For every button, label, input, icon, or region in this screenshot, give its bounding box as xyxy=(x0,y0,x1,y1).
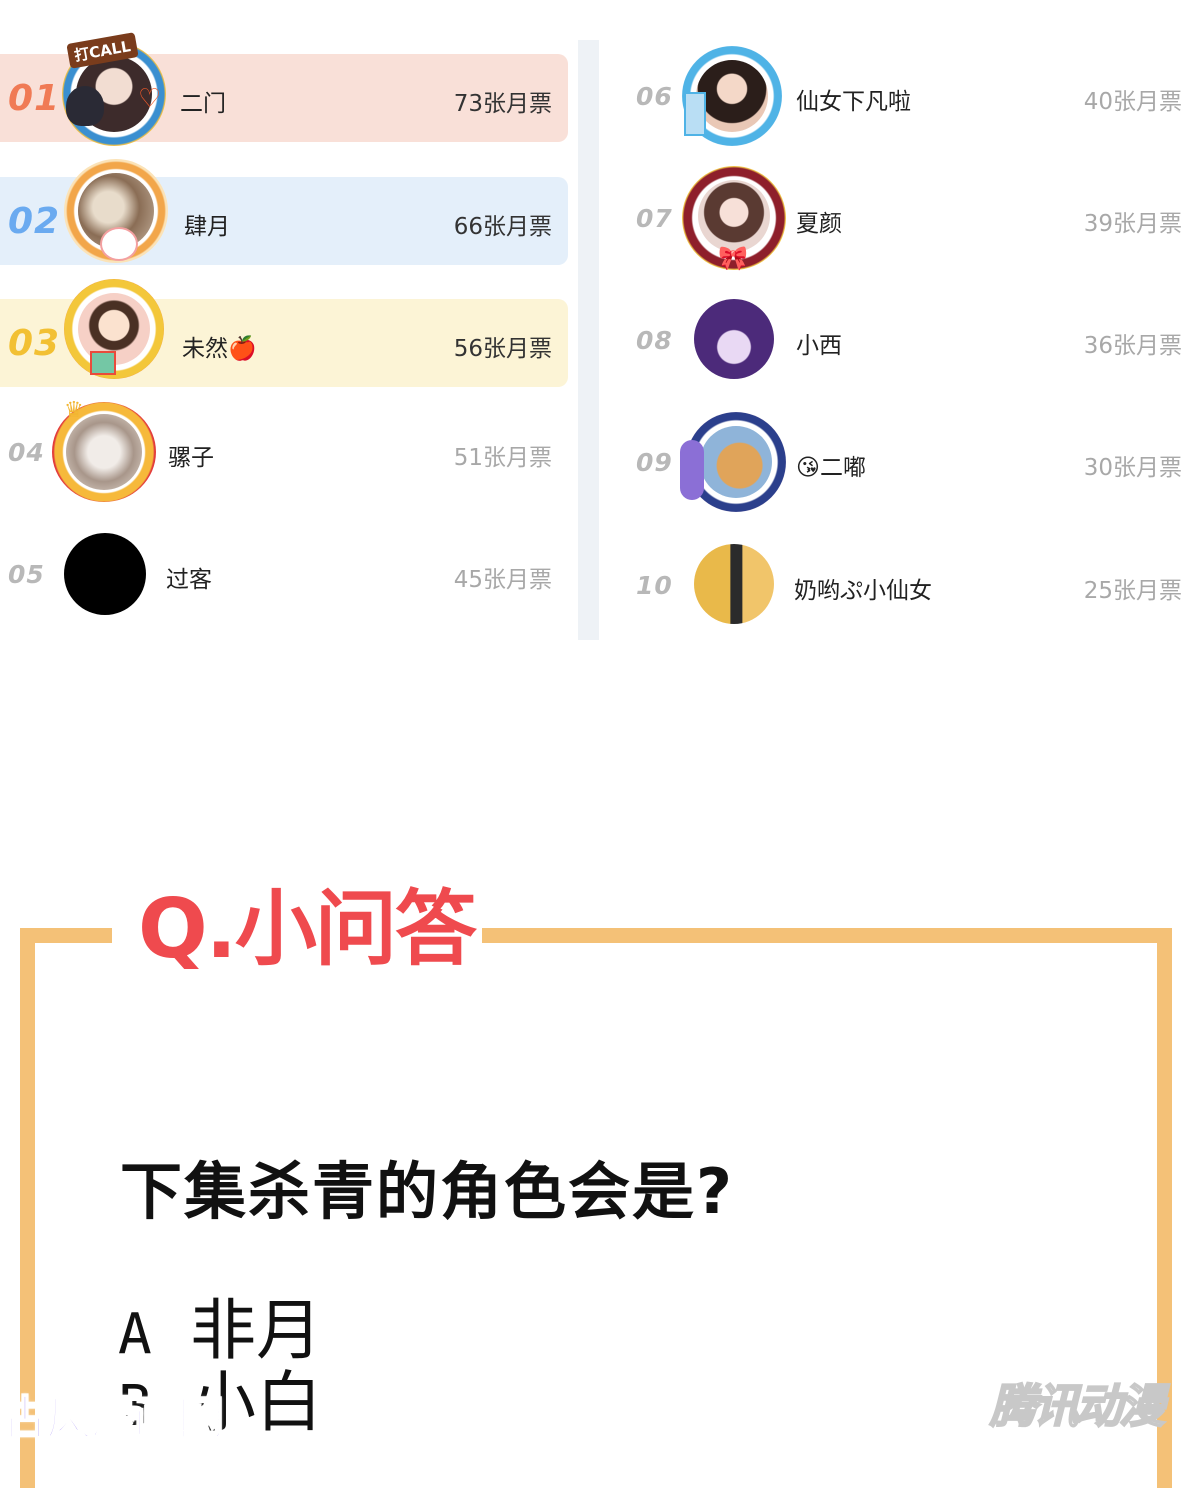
anime-girl-icon xyxy=(680,440,704,500)
column-divider xyxy=(578,40,599,640)
avatar[interactable] xyxy=(700,426,772,498)
username[interactable]: 仙女下凡啦 xyxy=(796,82,911,116)
rank-number: 10 xyxy=(636,571,673,600)
username[interactable]: 二门 xyxy=(180,84,226,118)
rank-number: 07 xyxy=(636,204,673,233)
rank-row-6[interactable]: 06 仙女下凡啦 40张月票 xyxy=(606,46,1200,146)
rank-row-9[interactable]: 09 😘二嘟 30张月票 xyxy=(606,412,1200,512)
cup-icon xyxy=(684,92,706,136)
rank-row-4[interactable]: 04 ♛ 骡子 51张月票 xyxy=(0,398,568,502)
rank-number: 04 xyxy=(8,438,45,467)
username[interactable]: 未然🍎 xyxy=(182,329,257,363)
vote-count: 51张月票 xyxy=(453,445,552,471)
rank-number: 09 xyxy=(636,448,673,477)
vote-count: 56张月票 xyxy=(453,336,552,362)
option-text: 非月 xyxy=(190,1292,322,1369)
bow-icon: 🎀 xyxy=(718,244,748,272)
qa-option-a[interactable]: A 非月 xyxy=(118,1296,322,1370)
username[interactable]: 过客 xyxy=(166,560,212,594)
rank-row-1[interactable]: 01 ♡ 打CALL 二门 73张月票 xyxy=(0,32,568,146)
vote-count: 73张月票 xyxy=(453,91,552,117)
avatar[interactable] xyxy=(694,544,774,624)
avatar[interactable] xyxy=(696,60,768,132)
rank-row-5[interactable]: 05 过客 45张月票 xyxy=(0,530,568,618)
username[interactable]: 骡子 xyxy=(168,438,214,472)
heart-icon: ♡ xyxy=(138,84,162,114)
avatar[interactable] xyxy=(694,299,774,379)
chick-icon xyxy=(100,227,138,261)
rank-number: 08 xyxy=(636,326,673,355)
rank-number: 01 xyxy=(8,77,61,119)
crown-icon: ♛ xyxy=(64,398,84,423)
vote-count: 45张月票 xyxy=(453,567,552,593)
rank-row-7[interactable]: 07 🎀 夏颜 39张月票 xyxy=(606,166,1200,272)
rank-number: 05 xyxy=(8,560,45,589)
qa-title: Q.小问答 xyxy=(138,882,477,977)
vote-count: 30张月票 xyxy=(1083,455,1182,481)
username[interactable]: 奶哟ぷ小仙女 xyxy=(794,571,932,605)
username[interactable]: 夏颜 xyxy=(796,204,842,238)
avatar[interactable] xyxy=(64,533,146,615)
avatar[interactable] xyxy=(66,414,142,490)
watermark-right: 腾讯动漫 xyxy=(989,1378,1166,1434)
rank-row-2[interactable]: 02 肆月 66张月票 xyxy=(0,159,568,265)
avatar[interactable] xyxy=(698,180,770,252)
rank-row-8[interactable]: 08 小西 36张月票 xyxy=(606,296,1200,384)
vote-count: 36张月票 xyxy=(1083,333,1182,359)
penguin-icon xyxy=(66,86,104,126)
option-letter: A xyxy=(118,1302,152,1367)
gift-icon xyxy=(90,351,116,375)
rank-row-3[interactable]: 03 未然🍎 56张月票 xyxy=(0,279,568,387)
vote-count: 25张月票 xyxy=(1083,578,1182,604)
watermark-left: 古风漫画网 xyxy=(1,1390,225,1446)
qa-question: 下集杀青的角色会是? xyxy=(120,1155,734,1228)
vote-count: 40张月票 xyxy=(1083,89,1182,115)
rank-number: 03 xyxy=(8,322,61,364)
vote-count: 66张月票 xyxy=(453,214,552,240)
username[interactable]: 小西 xyxy=(796,326,842,360)
rank-row-10[interactable]: 10 奶哟ぷ小仙女 25张月票 xyxy=(606,541,1200,629)
username[interactable]: 😘二嘟 xyxy=(796,448,866,482)
rank-number: 06 xyxy=(636,82,673,111)
vote-count: 39张月票 xyxy=(1083,211,1182,237)
username[interactable]: 肆月 xyxy=(184,207,230,241)
rank-number: 02 xyxy=(8,200,61,242)
